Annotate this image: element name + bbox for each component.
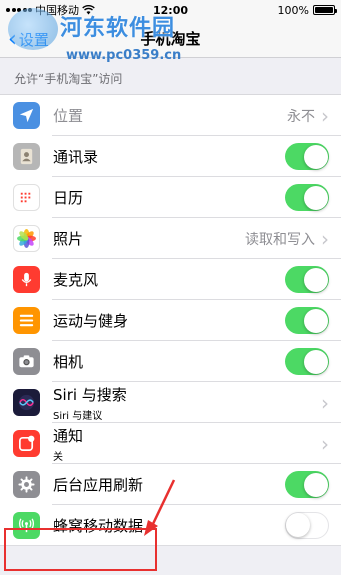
navigation-bar: ‹ 设置 手机淘宝 — [0, 20, 341, 58]
wifi-icon — [82, 5, 95, 15]
toggle-knob — [303, 185, 328, 210]
cellular-antenna-icon — [13, 512, 40, 539]
toggle-switch[interactable] — [285, 184, 329, 211]
toggle-switch[interactable] — [285, 348, 329, 375]
chevron-right-icon: › — [321, 431, 329, 456]
row-label-wrap: 麦克风 — [53, 269, 285, 290]
permission-row[interactable]: Siri 与搜索 Siri 与建议 › — [0, 382, 341, 423]
gear-icon — [13, 471, 40, 498]
chevron-right-icon: › — [321, 390, 329, 415]
contacts-icon — [13, 143, 40, 170]
toggle-switch[interactable] — [285, 471, 329, 498]
row-value: 读取和写入 — [245, 231, 315, 248]
motion-fitness-icon — [13, 307, 40, 334]
microphone-icon — [13, 266, 40, 293]
toggle-knob — [303, 472, 328, 497]
row-label-wrap: 通知关 — [53, 425, 321, 463]
battery-percent: 100% — [277, 3, 309, 17]
toggle-switch[interactable] — [285, 266, 329, 293]
status-bar: 中国移动 12:00 100% — [0, 0, 341, 20]
carrier-label: 中国移动 — [35, 4, 79, 17]
row-label-wrap: 位置 — [53, 105, 287, 126]
row-label: 照片 — [53, 230, 84, 248]
row-value: 永不 — [287, 108, 315, 125]
status-left: 中国移动 — [6, 2, 95, 18]
toggle-knob — [303, 144, 328, 169]
notifications-icon — [13, 430, 40, 457]
location-arrow-icon — [13, 102, 40, 129]
row-label: 位置 — [53, 107, 84, 125]
permission-row[interactable]: 麦克风 — [0, 259, 341, 300]
toggle-switch[interactable] — [285, 143, 329, 170]
status-right: 100% — [277, 3, 337, 17]
row-sublabel: 关 — [53, 451, 63, 463]
permission-row[interactable]: 后台应用刷新 — [0, 464, 341, 505]
battery-icon — [313, 5, 337, 15]
back-label: 设置 — [18, 31, 49, 49]
permission-row[interactable]: 通讯录 — [0, 136, 341, 177]
row-label-wrap: 照片 — [53, 228, 245, 249]
row-label: 通讯录 — [53, 148, 99, 166]
page-title: 手机淘宝 — [140, 30, 201, 48]
row-label-wrap: 后台应用刷新 — [53, 474, 285, 495]
chevron-right-icon: › — [321, 103, 329, 128]
row-label: 蜂窝移动数据 — [53, 517, 144, 535]
toggle-switch[interactable] — [285, 512, 329, 539]
row-label: 麦克风 — [53, 271, 99, 289]
toggle-switch[interactable] — [285, 307, 329, 334]
row-label-wrap: 通讯录 — [53, 146, 285, 167]
row-label-wrap: 相机 — [53, 351, 285, 372]
permission-row[interactable]: 通知关 › — [0, 423, 341, 464]
row-label: 相机 — [53, 353, 84, 371]
photos-icon — [13, 225, 40, 252]
permissions-list: 位置 永不 › 通讯录 日历 照片 读取和写入 › 麦克风 运动与健身 相机 Siri 与搜索 Siri… — [0, 94, 341, 546]
permission-row[interactable]: 蜂窝移动数据 — [0, 505, 341, 546]
row-label-wrap: 运动与健身 — [53, 310, 285, 331]
toggle-knob — [303, 308, 328, 333]
row-sublabel: Siri 与建议 — [53, 410, 103, 422]
calendar-icon — [13, 184, 40, 211]
permission-row[interactable]: 日历 — [0, 177, 341, 218]
permission-row[interactable]: 照片 读取和写入 › — [0, 218, 341, 259]
row-label: 日历 — [53, 189, 84, 207]
row-label: 运动与健身 — [53, 312, 129, 330]
chevron-right-icon: › — [321, 226, 329, 251]
chevron-left-icon: ‹ — [8, 26, 17, 52]
back-button[interactable]: ‹ 设置 — [8, 26, 49, 52]
toggle-knob — [303, 267, 328, 292]
camera-icon — [13, 348, 40, 375]
row-label: 后台应用刷新 — [53, 476, 144, 494]
section-header: 允许“手机淘宝”访问 — [14, 72, 123, 86]
row-label-wrap: 蜂窝移动数据 — [53, 515, 285, 536]
row-label: Siri 与搜索 — [53, 385, 127, 404]
row-label: 通知 — [53, 426, 84, 445]
row-label-wrap: 日历 — [53, 187, 285, 208]
row-label-wrap: Siri 与搜索 Siri 与建议 — [53, 384, 321, 422]
permission-row[interactable]: 相机 — [0, 341, 341, 382]
permission-row[interactable]: 运动与健身 — [0, 300, 341, 341]
toggle-knob — [286, 513, 310, 537]
signal-strength-icon — [6, 8, 32, 12]
permission-row[interactable]: 位置 永不 › — [0, 95, 341, 136]
toggle-knob — [303, 349, 328, 374]
siri-icon — [13, 389, 40, 416]
